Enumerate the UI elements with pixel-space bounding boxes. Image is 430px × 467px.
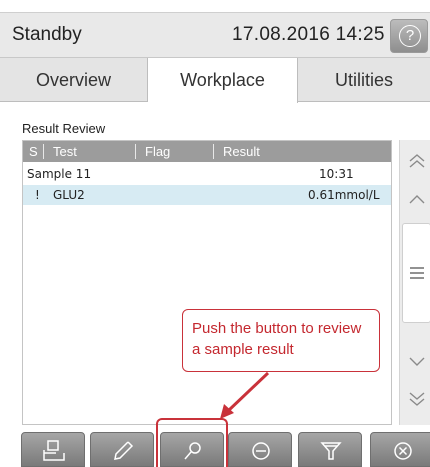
remove-button[interactable] [228, 432, 292, 467]
edit-button[interactable] [90, 432, 154, 467]
minus-circle-icon [252, 442, 270, 460]
print-icon [43, 440, 65, 461]
close-circle-icon [394, 442, 412, 460]
print-button[interactable] [21, 432, 85, 467]
pencil-icon [114, 441, 134, 460]
review-button-highlight [156, 418, 228, 467]
close-button[interactable] [370, 432, 430, 467]
arrow-icon [220, 371, 270, 419]
filter-button[interactable] [298, 432, 362, 467]
filter-icon [320, 442, 342, 460]
